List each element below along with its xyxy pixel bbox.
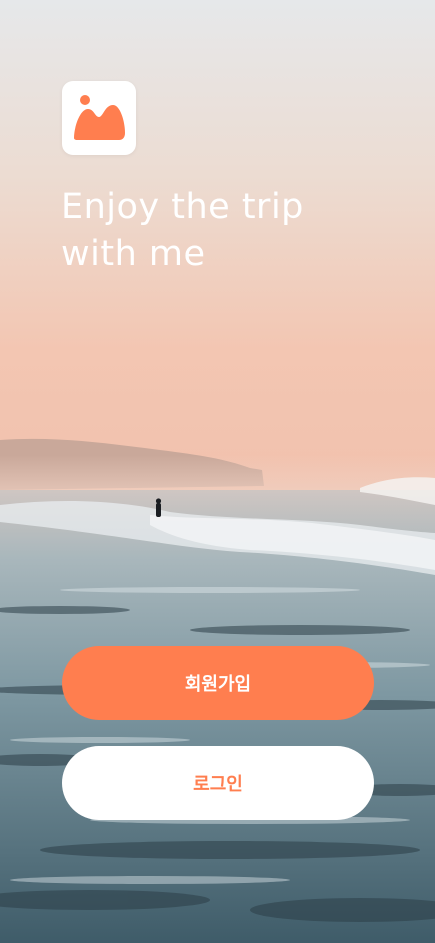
surfer-figure — [155, 498, 162, 517]
headline-line-1: Enjoy the trip — [61, 187, 304, 227]
headline: Enjoy the trip with me — [61, 184, 391, 278]
headline-line-2: with me — [61, 234, 206, 274]
image-landscape-icon — [74, 95, 125, 140]
login-button-label: 로그인 — [193, 774, 243, 795]
splash-screen: Enjoy the trip with me 회원가입 로그인 — [0, 0, 435, 943]
login-button[interactable]: 로그인 — [62, 746, 374, 820]
signup-button-label: 회원가입 — [184, 674, 252, 695]
app-logo — [62, 81, 136, 155]
signup-button[interactable]: 회원가입 — [62, 646, 374, 720]
